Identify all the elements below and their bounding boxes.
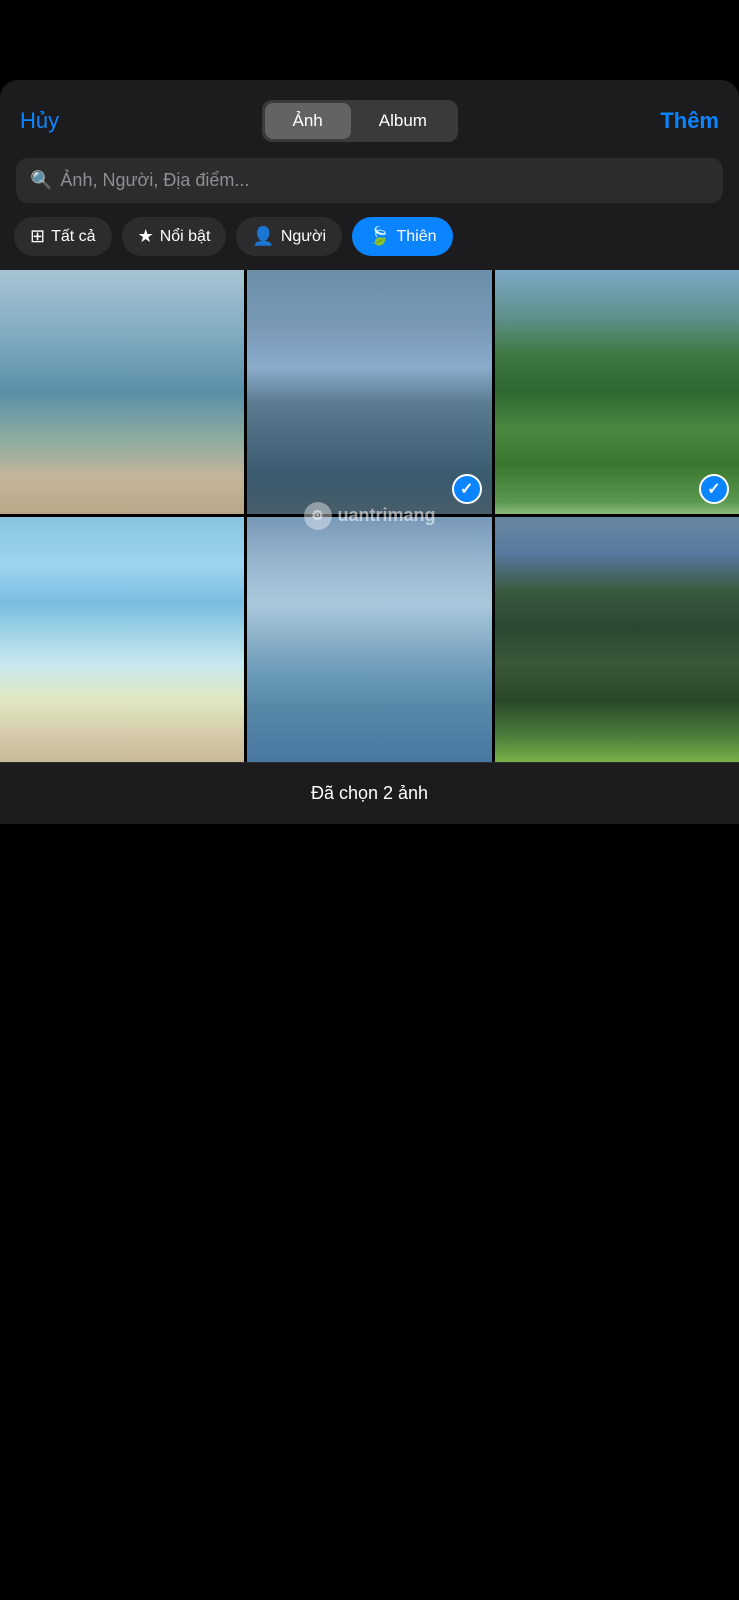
- photo-cell-2[interactable]: ✓: [247, 270, 491, 514]
- segment-photo-button[interactable]: Ảnh: [265, 103, 351, 139]
- search-icon: 🔍: [30, 170, 52, 191]
- filter-tab-featured-label: Nổi bật: [160, 228, 211, 246]
- filter-tab-all-label: Tất cả: [51, 228, 95, 246]
- search-placeholder: Ảnh, Người, Địa điểm...: [60, 170, 249, 191]
- filter-tab-featured[interactable]: ★ Nổi bật: [122, 217, 227, 256]
- filter-tab-all[interactable]: ⊞ Tất cả: [14, 217, 112, 256]
- photo-cell-1[interactable]: [0, 270, 244, 514]
- photo-cell-4[interactable]: [0, 517, 244, 761]
- segment-album-button[interactable]: Album: [351, 103, 455, 139]
- photo-grid-wrapper: ✓ ✓ ⚙ uantrimang: [0, 270, 739, 762]
- segment-control: Ảnh Album: [262, 100, 458, 142]
- filter-tab-nature[interactable]: 🍃 Thiên: [352, 217, 452, 256]
- bottom-bar: Đã chọn 2 ảnh: [0, 762, 739, 824]
- selection-count-text: Đã chọn 2 ảnh: [311, 783, 428, 803]
- check-badge-2: ✓: [452, 474, 482, 504]
- grid-icon: ⊞: [30, 226, 45, 247]
- person-icon: 👤: [252, 226, 274, 247]
- photo-cell-3[interactable]: ✓: [495, 270, 739, 514]
- check-badge-3: ✓: [699, 474, 729, 504]
- star-icon: ★: [138, 226, 154, 247]
- filter-tab-people-label: Người: [281, 228, 326, 246]
- filter-tabs: ⊞ Tất cả ★ Nổi bật 👤 Người 🍃 Thiên: [0, 217, 739, 270]
- filter-tab-nature-label: Thiên: [396, 228, 436, 246]
- photo-cell-5[interactable]: [247, 517, 491, 761]
- filter-tab-people[interactable]: 👤 Người: [236, 217, 342, 256]
- add-button[interactable]: Thêm: [660, 108, 719, 134]
- cancel-button[interactable]: Hủy: [20, 108, 59, 134]
- photo-grid: ✓ ✓: [0, 270, 739, 762]
- modal-header: Hủy Ảnh Album Thêm: [0, 80, 739, 158]
- leaf-icon: 🍃: [368, 226, 390, 247]
- photo-cell-6[interactable]: [495, 517, 739, 761]
- search-bar[interactable]: 🔍 Ảnh, Người, Địa điểm...: [16, 158, 723, 203]
